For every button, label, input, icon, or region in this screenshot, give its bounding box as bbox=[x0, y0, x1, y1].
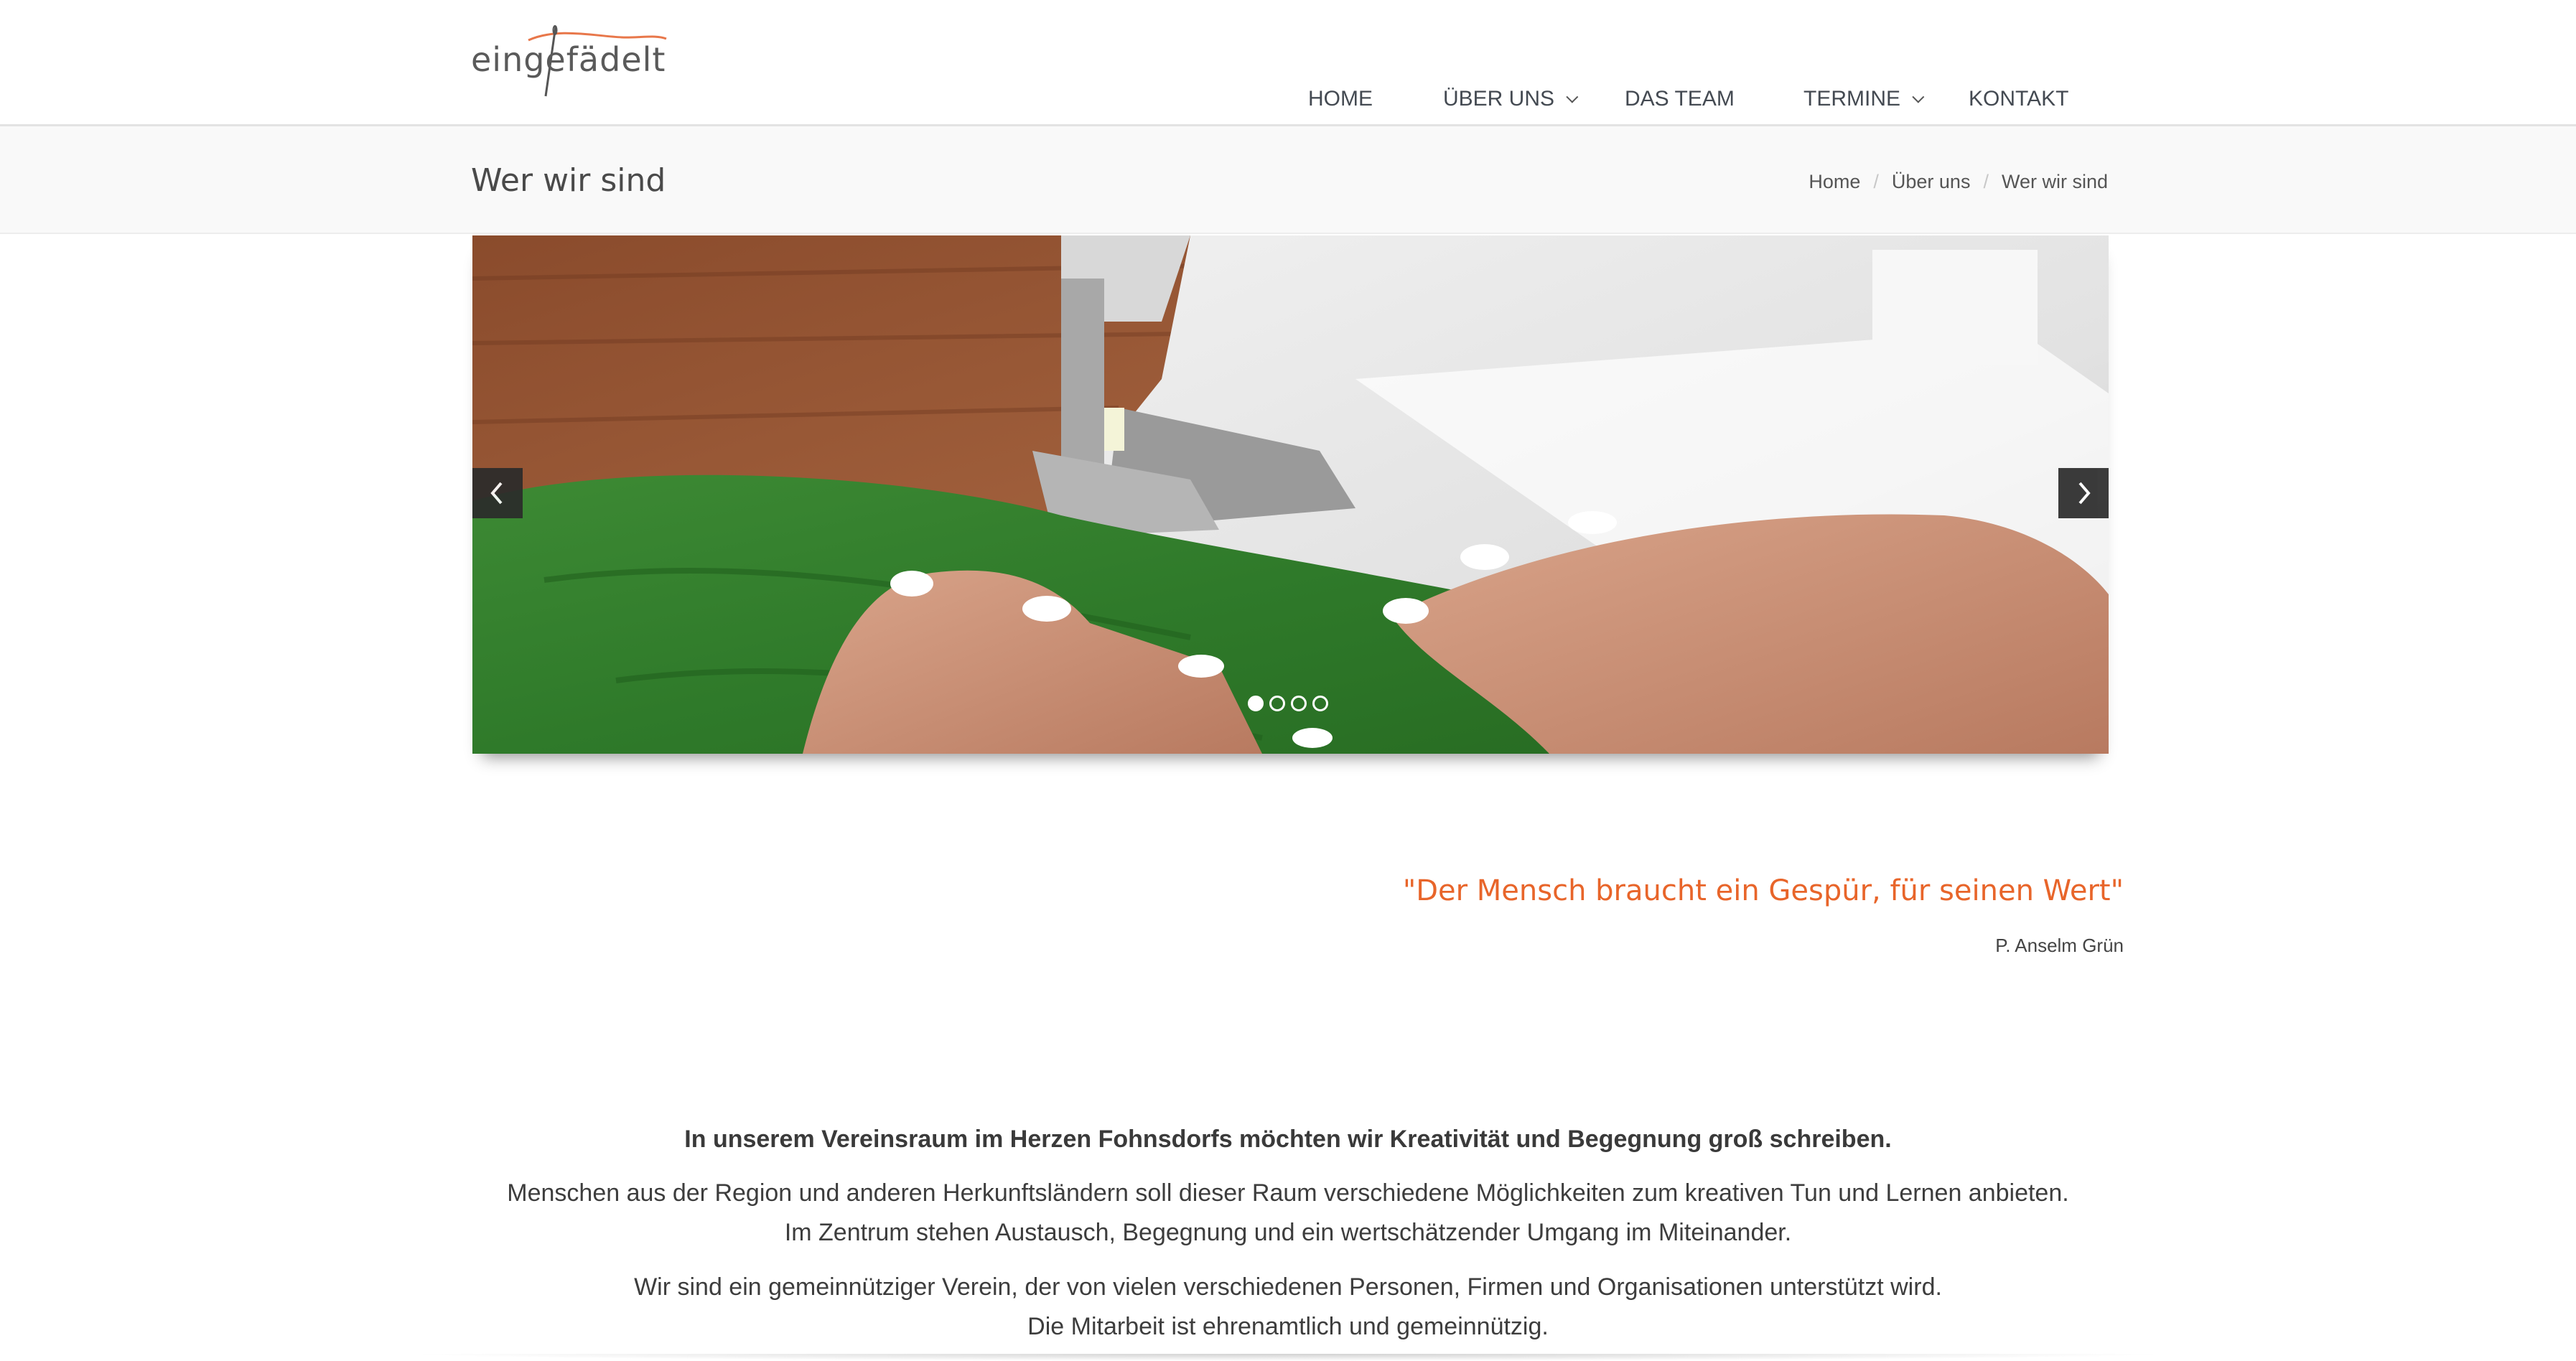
quote-author: P. Anselm Grün bbox=[1995, 935, 2124, 956]
breadcrumb: Home / Über uns / Wer wir sind bbox=[1809, 171, 2108, 193]
nav-item-ueber-uns[interactable]: ÜBER UNS bbox=[1443, 78, 1579, 121]
site-logo[interactable]: eingefädelt bbox=[471, 20, 672, 100]
quote-text: "Der Mensch braucht ein Gespür, für sein… bbox=[1402, 874, 2124, 907]
intro-paragraph-2: Wir sind ein gemeinnütziger Verein, der … bbox=[0, 1268, 2576, 1347]
nav-label: DAS TEAM bbox=[1625, 87, 1735, 111]
intro-paragraph-1: Menschen aus der Region und anderen Herk… bbox=[0, 1174, 2576, 1253]
slider-pagination bbox=[1248, 696, 1328, 711]
nav-item-home[interactable]: HOME bbox=[1308, 78, 1373, 121]
paragraph-line: Menschen aus der Region und anderen Herk… bbox=[507, 1179, 2069, 1207]
nav-label: HOME bbox=[1308, 87, 1373, 111]
slider-dot-3[interactable] bbox=[1291, 696, 1307, 711]
nav-label: TERMINE bbox=[1803, 87, 1900, 111]
nav-label: KONTAKT bbox=[1969, 87, 2069, 111]
slider-dot-1[interactable] bbox=[1248, 696, 1264, 711]
paragraph-line: Die Mitarbeit ist ehrenamtlich und gemei… bbox=[1027, 1313, 1549, 1340]
slider-dot-2[interactable] bbox=[1269, 696, 1285, 711]
sewing-machine-photo bbox=[472, 235, 2109, 754]
slider-dot-4[interactable] bbox=[1312, 696, 1328, 711]
chevron-left-icon bbox=[490, 482, 503, 505]
site-header: eingefädelt HOME ÜBER UNS DAS TEAM TERMI… bbox=[0, 0, 2576, 126]
slider-next-button[interactable] bbox=[2058, 468, 2109, 518]
breadcrumb-separator: / bbox=[1983, 171, 1989, 192]
breadcrumb-current: Wer wir sind bbox=[2001, 171, 2108, 192]
breadcrumb-ueber-uns[interactable]: Über uns bbox=[1892, 171, 1971, 193]
breadcrumb-separator: / bbox=[1873, 171, 1879, 192]
chevron-right-icon bbox=[2078, 482, 2091, 505]
slider-prev-button[interactable] bbox=[472, 468, 523, 518]
logo-text: eingefädelt bbox=[471, 40, 666, 79]
paragraph-line: Im Zentrum stehen Austausch, Begegnung u… bbox=[784, 1219, 1792, 1246]
chevron-down-icon bbox=[1912, 90, 1925, 103]
chevron-down-icon bbox=[1566, 90, 1579, 103]
image-slider[interactable] bbox=[472, 235, 2109, 754]
breadcrumb-home[interactable]: Home bbox=[1809, 171, 1860, 193]
intro-lead: In unserem Vereinsraum im Herzen Fohnsdo… bbox=[684, 1126, 1892, 1153]
nav-label: ÜBER UNS bbox=[1443, 87, 1555, 111]
nav-item-termine[interactable]: TERMINE bbox=[1803, 78, 1925, 121]
page-title-bar: Wer wir sind Home / Über uns / Wer wir s… bbox=[0, 126, 2576, 234]
paragraph-line: Wir sind ein gemeinnütziger Verein, der … bbox=[634, 1273, 1942, 1301]
nav-item-das-team[interactable]: DAS TEAM bbox=[1625, 78, 1735, 121]
page-title: Wer wir sind bbox=[471, 162, 666, 199]
nav-item-kontakt[interactable]: KONTAKT bbox=[1969, 78, 2068, 121]
section-divider-shadow bbox=[402, 1354, 2174, 1361]
